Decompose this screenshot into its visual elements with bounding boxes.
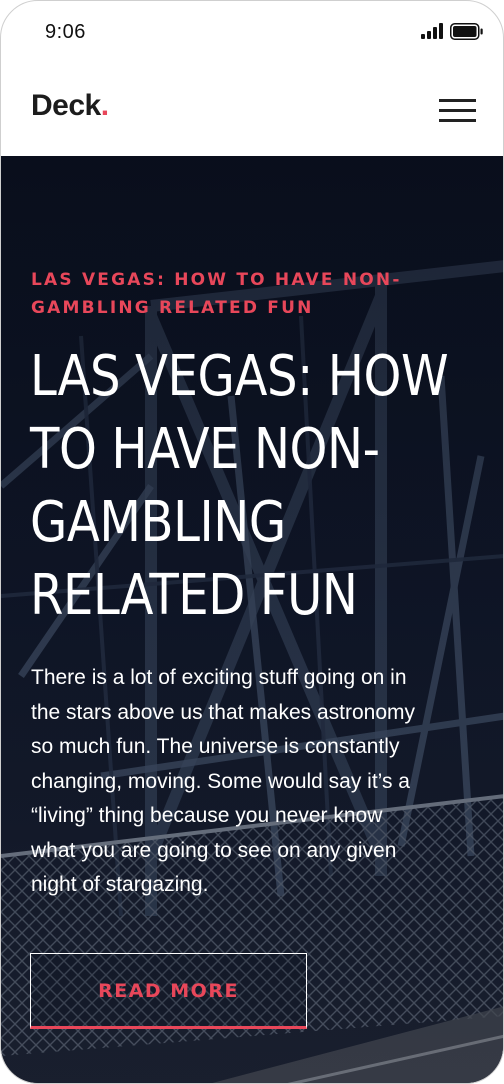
excerpt-line: what you are going to see on any given (31, 838, 397, 862)
phone-frame: 9:06 Deck. LAS VEGAS: HOW TO HAVE NON-GA… (0, 0, 504, 1084)
excerpt-line: the stars above us that makes astronomy (31, 700, 416, 724)
excerpt-line: “living” thing because you never know (31, 804, 383, 827)
read-more-button[interactable]: READ MORE (30, 953, 307, 1029)
status-bar: 9:06 (1, 1, 503, 65)
site-header: Deck. (1, 65, 503, 156)
battery-icon (450, 23, 483, 40)
article-title-line: RELATED FUN (30, 563, 358, 628)
read-more-label: READ MORE (98, 980, 239, 1002)
excerpt-line: changing, moving. Some would say it’s a (31, 769, 410, 793)
excerpt-line: night of stargazing. (31, 873, 209, 896)
article-excerpt: There is a lot of exciting stuff going o… (31, 661, 461, 903)
excerpt-line: There is a lot of exciting stuff going o… (31, 666, 407, 689)
article-title-line: TO HAVE NON- (30, 417, 380, 482)
hero-section: LAS VEGAS: HOW TO HAVE NON- GAMBLING RELA… (1, 156, 503, 1083)
site-logo[interactable]: Deck. (31, 89, 109, 123)
signal-icon (421, 23, 443, 39)
article-title-line: LAS VEGAS: HOW (30, 344, 449, 409)
menu-bar-middle (439, 109, 476, 112)
article-category[interactable]: LAS VEGAS: HOW TO HAVE NON-GAMBLING RELA… (31, 266, 471, 322)
excerpt-line: so much fun. The universe is constantly (31, 735, 400, 758)
status-time: 9:06 (45, 21, 86, 43)
article-title-line: GAMBLING (30, 490, 286, 555)
menu-bar-top (439, 99, 476, 102)
hamburger-menu-icon[interactable] (439, 97, 477, 125)
menu-bar-bottom (439, 119, 476, 122)
logo-dot: . (100, 89, 109, 122)
logo-text: Deck (31, 89, 101, 122)
article-title: LAS VEGAS: HOW TO HAVE NON- GAMBLING REL… (30, 340, 477, 632)
